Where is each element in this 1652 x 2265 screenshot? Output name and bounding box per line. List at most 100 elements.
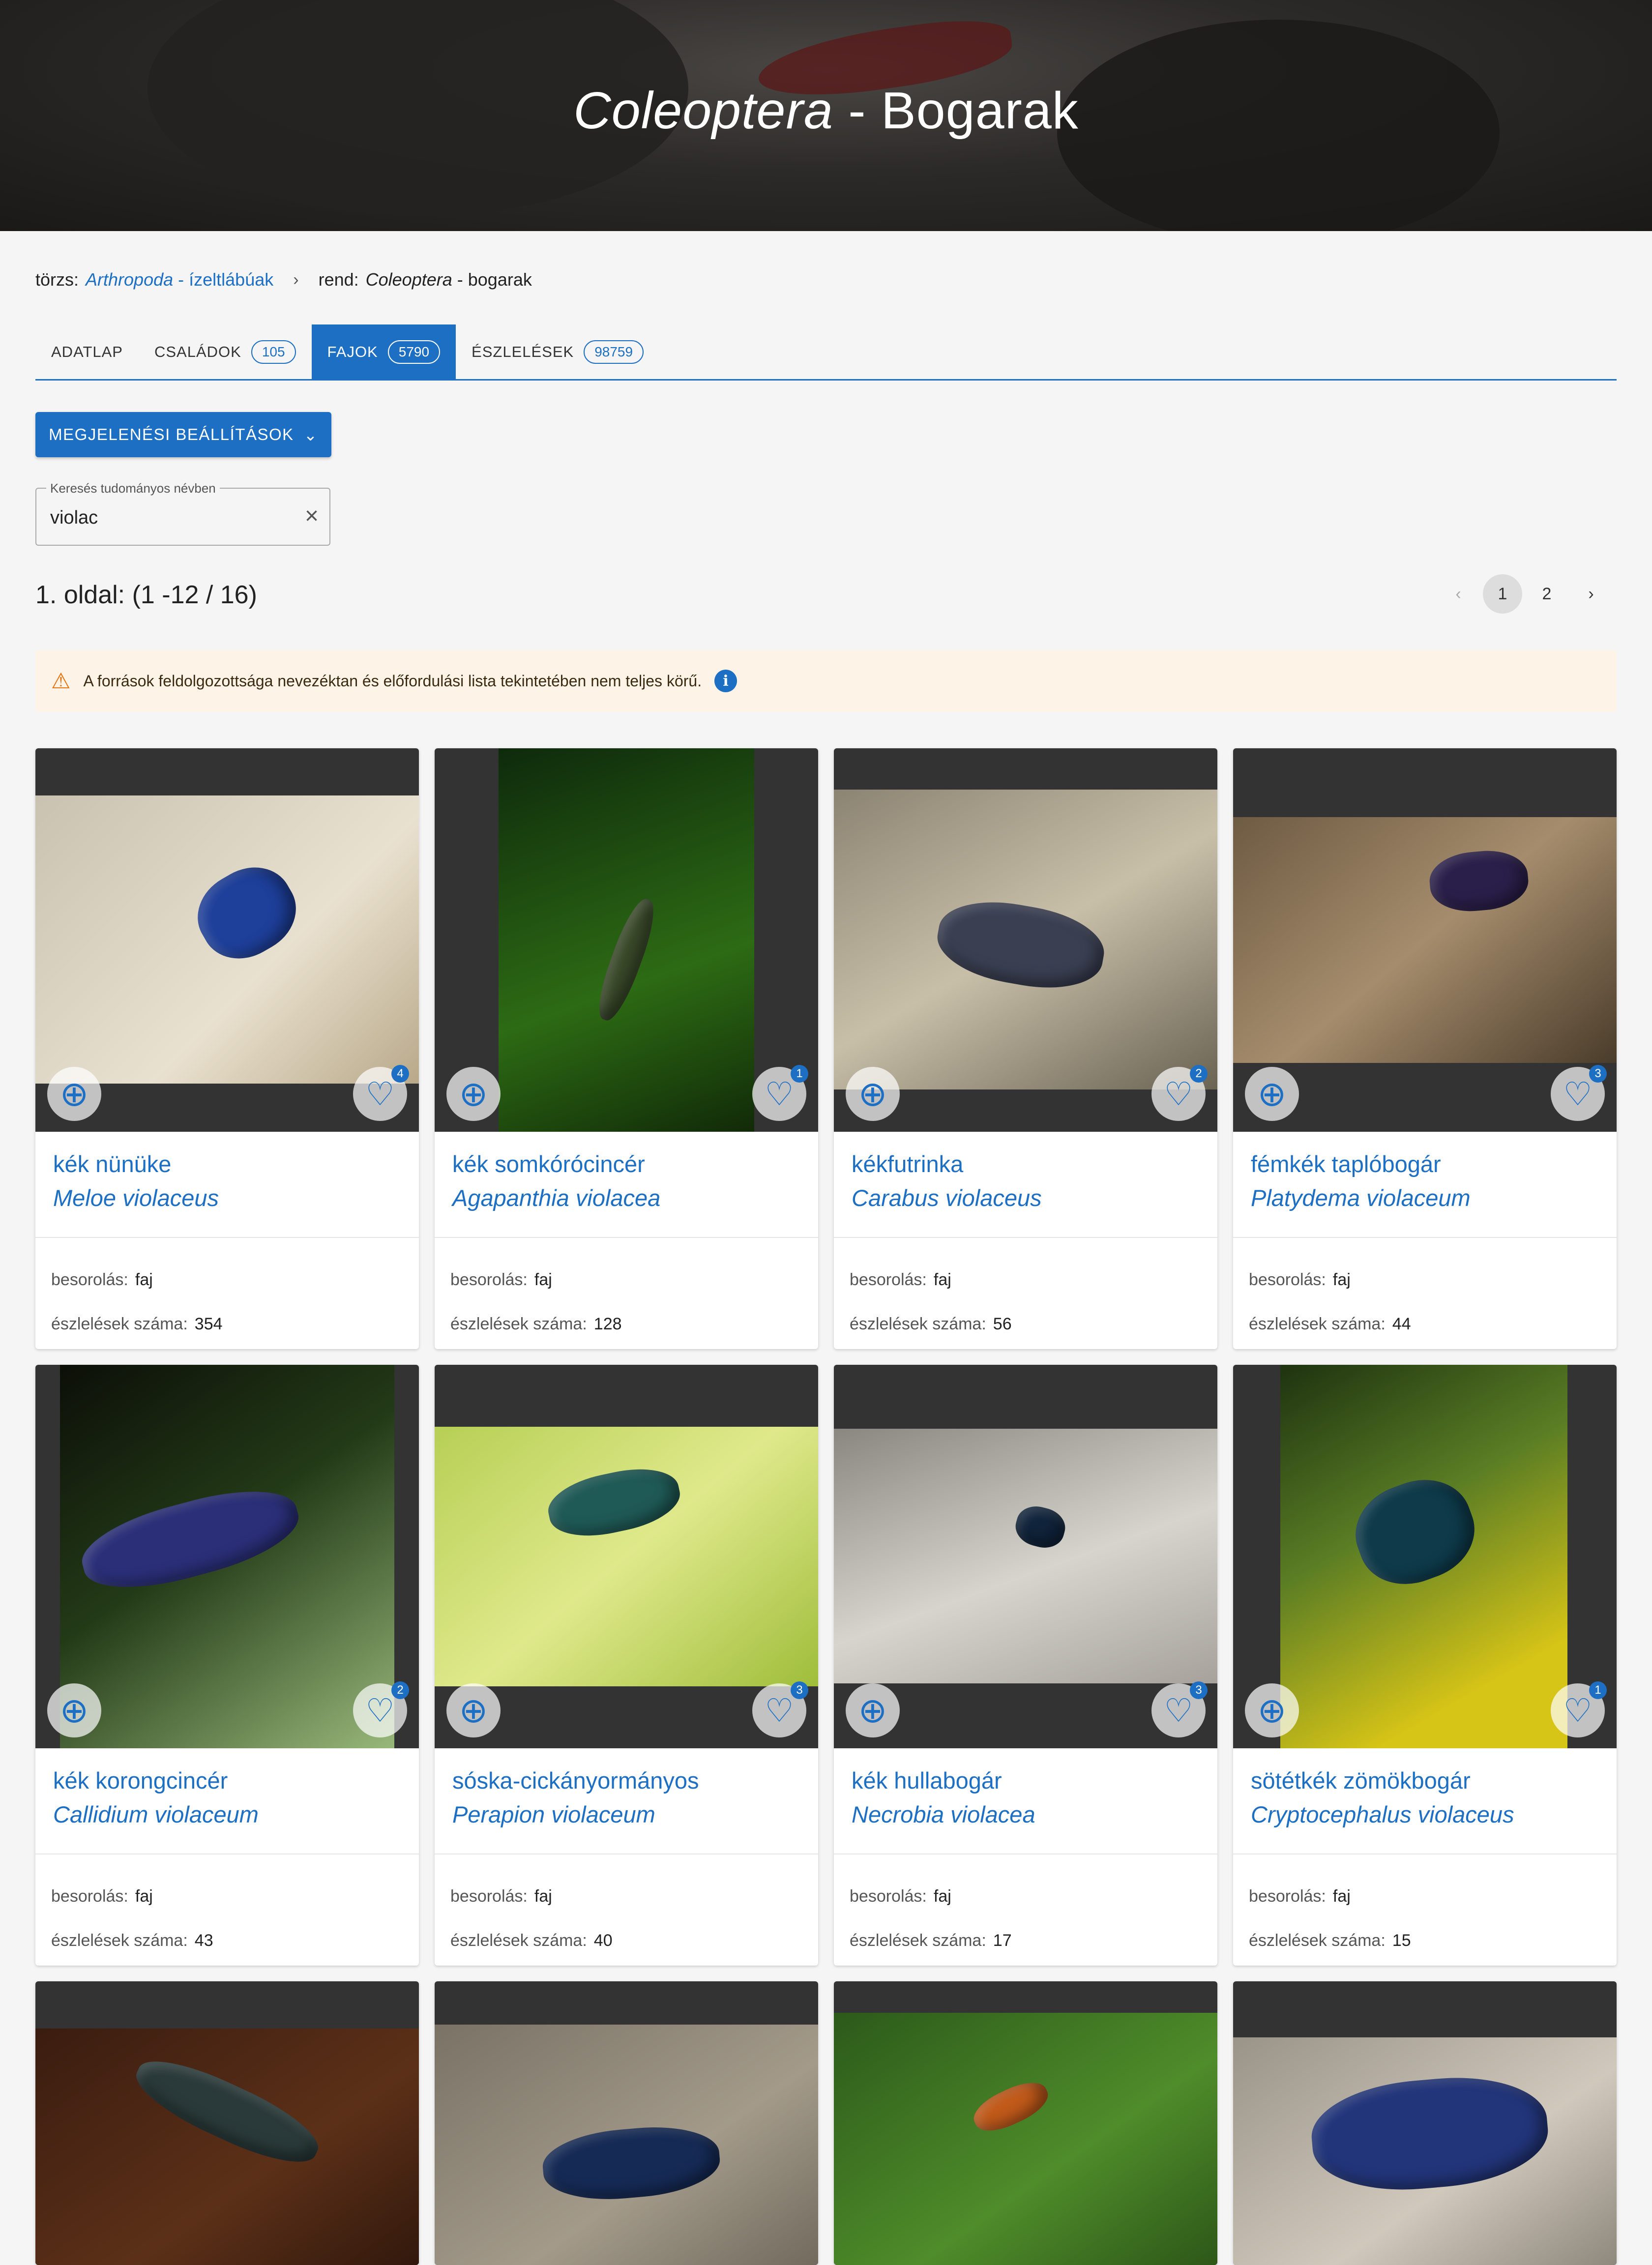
page-button-current[interactable]: 1 [1483,574,1522,614]
species-card[interactable]: ⊕ ♡ 1 sötétkék zömökbogár Cryptocephalus … [1233,1365,1617,1966]
zoom-in-icon[interactable]: ⊕ [446,1683,501,1737]
species-scientific-name[interactable]: Necrobia violacea [852,1801,1200,1828]
species-common-name[interactable]: kékfutrinka [852,1150,1200,1177]
species-common-name[interactable]: sötétkék zömökbogár [1251,1767,1599,1794]
photo-image [834,2013,1217,2265]
heart-icon[interactable]: ♡ 2 [353,1681,409,1737]
rank-value: faj [1332,1887,1351,1906]
species-meta: besorolás: faj észlelések száma: 43 [35,1854,419,1966]
favorite-count-badge: 2 [391,1681,409,1699]
rank-label: besorolás: [51,1887,128,1906]
species-scientific-name[interactable]: Callidium violaceum [53,1801,401,1828]
heart-icon[interactable]: ♡ 3 [1551,1065,1607,1121]
species-names: sötétkék zömökbogár Cryptocephalus viola… [1233,1748,1617,1854]
species-photo[interactable] [435,1981,818,2265]
rank-label: besorolás: [850,1887,927,1906]
hero-banner: Coleoptera - Bogarak [0,0,1652,231]
heart-icon[interactable]: ♡ 1 [1551,1681,1607,1737]
species-card[interactable] [35,1981,419,2265]
zoom-in-icon[interactable]: ⊕ [1245,1067,1299,1121]
species-common-name[interactable]: kék nünüke [53,1150,401,1177]
species-common-name[interactable]: kék somkórócincér [452,1150,800,1177]
display-settings-button[interactable]: MEGJELENÉSI BEÁLLÍTÁSOK ⌄ [35,412,331,457]
species-scientific-name[interactable]: Carabus violaceus [852,1184,1200,1211]
heart-icon[interactable]: ♡ 3 [1151,1681,1208,1737]
favorite-count-badge: 3 [1190,1681,1208,1699]
species-common-name[interactable]: sóska-cickányormányos [452,1767,800,1794]
species-names: kék korongcincér Callidium violaceum [35,1748,419,1854]
favorite-count-badge: 4 [391,1065,409,1083]
species-photo[interactable]: ⊕ ♡ 1 [1233,1365,1617,1748]
observation-count-label: észlelések száma: [51,1931,188,1950]
species-card[interactable]: ⊕ ♡ 3 sóska-cickányormányos Perapion viol… [435,1365,818,1966]
tab-bar: Adatlap Családok 105 Fajok 5790 Észlelések… [35,324,1617,381]
zoom-in-icon[interactable]: ⊕ [846,1067,900,1121]
species-card[interactable]: ⊕ ♡ 3 fémkék taplóbogár Platydema violace… [1233,748,1617,1349]
rank-value: faj [933,1887,951,1906]
heart-icon[interactable]: ♡ 4 [353,1065,409,1121]
species-photo[interactable] [35,1981,419,2265]
tab-adatlap[interactable]: Adatlap [35,324,139,379]
species-photo[interactable] [1233,1981,1617,2265]
species-photo[interactable]: ⊕ ♡ 2 [35,1365,419,1748]
species-scientific-name[interactable]: Cryptocephalus violaceus [1251,1801,1599,1828]
breadcrumb-order-label: rend: [318,269,359,290]
favorite-count-badge: 3 [791,1681,808,1699]
species-photo[interactable]: ⊕ ♡ 3 [834,1365,1217,1748]
close-icon[interactable]: × [305,504,319,528]
species-card[interactable] [834,1981,1217,2265]
notice-alert: ⚠ A források feldolgozottsága nevezéktan… [35,650,1617,712]
chevron-right-icon[interactable]: › [1571,574,1611,614]
species-scientific-name[interactable]: Perapion violaceum [452,1801,800,1828]
species-photo[interactable]: ⊕ ♡ 3 [1233,748,1617,1132]
zoom-in-icon[interactable]: ⊕ [1245,1683,1299,1737]
tab-csaladok[interactable]: Családok 105 [139,324,312,379]
rank-label: besorolás: [1249,1270,1326,1289]
species-photo[interactable]: ⊕ ♡ 2 [834,748,1217,1132]
heart-icon[interactable]: ♡ 3 [752,1681,808,1737]
heart-icon[interactable]: ♡ 1 [752,1065,808,1121]
tab-fajok[interactable]: Fajok 5790 [311,324,456,379]
species-card[interactable]: ⊕ ♡ 3 kék hullabogár Necrobia violacea be… [834,1365,1217,1966]
favorite-count-badge: 1 [791,1065,808,1083]
breadcrumb: törzs: Arthropoda - ízeltlábúak › rend: … [35,269,532,290]
species-card[interactable]: ⊕ ♡ 4 kék nünüke Meloe violaceus besorolá… [35,748,419,1349]
species-common-name[interactable]: fémkék taplóbogár [1251,1150,1599,1177]
species-photo[interactable] [834,1981,1217,2265]
breadcrumb-order-current: Coleoptera - bogarak [365,269,532,290]
chevron-down-icon: ⌄ [303,425,318,444]
species-card[interactable] [1233,1981,1617,2265]
species-card[interactable]: ⊕ ♡ 1 kék somkórócincér Agapanthia violac… [435,748,818,1349]
alert-text: A források feldolgozottsága nevezéktan é… [83,672,702,690]
warning-icon: ⚠ [51,669,71,693]
info-icon[interactable]: i [714,670,738,692]
photo-image [1233,817,1617,1063]
rank-value: faj [135,1270,153,1289]
species-common-name[interactable]: kék korongcincér [53,1767,401,1794]
species-card[interactable]: ⊕ ♡ 2 kékfutrinka Carabus violaceus besor… [834,748,1217,1349]
search-input[interactable]: Keresés tudományos névben violac × [35,481,330,546]
page-button-next[interactable]: 2 [1527,574,1566,614]
zoom-in-icon[interactable]: ⊕ [47,1683,101,1737]
breadcrumb-phylum-link[interactable]: Arthropoda - ízeltlábúak [86,269,273,290]
favorite-count-badge: 1 [1589,1681,1607,1699]
search-input-value[interactable]: violac [50,507,98,529]
species-common-name[interactable]: kék hullabogár [852,1767,1200,1794]
observation-count-value: 44 [1392,1315,1411,1333]
species-scientific-name[interactable]: Agapanthia violacea [452,1184,800,1211]
zoom-in-icon[interactable]: ⊕ [47,1067,101,1121]
page-info: 1. oldal: (1 -12 / 16) [35,581,257,609]
species-scientific-name[interactable]: Meloe violaceus [53,1184,401,1211]
species-scientific-name[interactable]: Platydema violaceum [1251,1184,1599,1211]
species-card[interactable] [435,1981,818,2265]
species-photo[interactable]: ⊕ ♡ 4 [35,748,419,1132]
species-meta: besorolás: faj észlelések száma: 40 [435,1854,818,1966]
chevron-left-icon[interactable]: ‹ [1439,574,1478,614]
species-photo[interactable]: ⊕ ♡ 1 [435,748,818,1132]
zoom-in-icon[interactable]: ⊕ [846,1683,900,1737]
heart-icon[interactable]: ♡ 2 [1151,1065,1208,1121]
tab-eszlelesek[interactable]: Észlelések 98759 [456,324,659,379]
species-photo[interactable]: ⊕ ♡ 3 [435,1365,818,1748]
zoom-in-icon[interactable]: ⊕ [446,1067,501,1121]
species-card[interactable]: ⊕ ♡ 2 kék korongcincér Callidium violaceu… [35,1365,419,1966]
